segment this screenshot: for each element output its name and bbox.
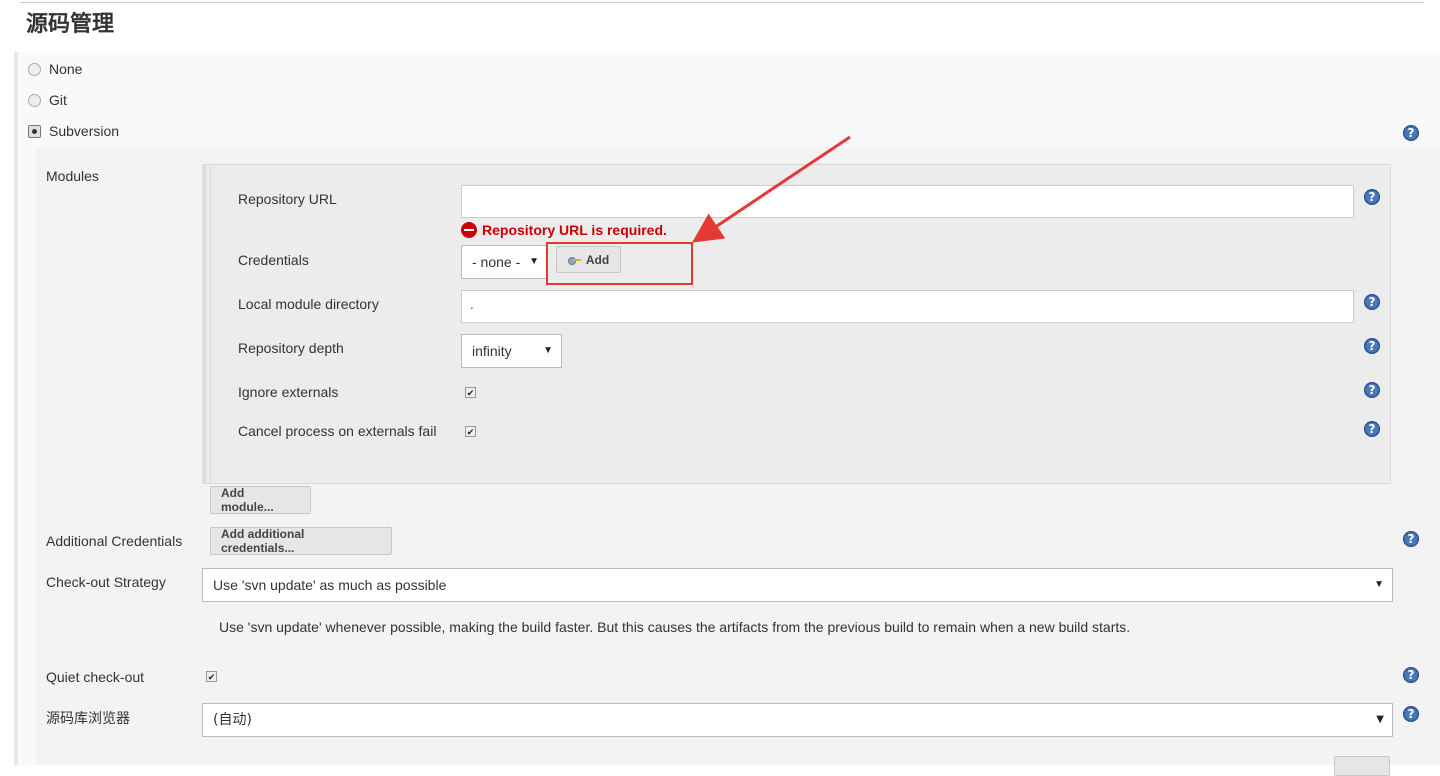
- annotation-highlight-box: [546, 242, 693, 285]
- chevron-down-icon: ▼: [529, 256, 539, 267]
- credentials-select[interactable]: - none - ▼: [461, 245, 548, 279]
- add-additional-credentials-button[interactable]: Add additional credentials...: [210, 527, 392, 555]
- scm-option-subversion[interactable]: Subversion: [28, 121, 119, 141]
- depth-value: infinity: [472, 343, 512, 359]
- radio-label: None: [49, 61, 83, 77]
- help-icon[interactable]: ?: [1403, 531, 1419, 547]
- credentials-value: - none -: [472, 254, 521, 270]
- help-icon[interactable]: ?: [1403, 125, 1419, 141]
- local-dir-label: Local module directory: [238, 296, 379, 312]
- top-divider: [20, 2, 1424, 3]
- repository-url-input[interactable]: [461, 185, 1354, 218]
- scm-option-none[interactable]: None: [28, 59, 82, 79]
- additional-credentials-label: Additional Credentials: [46, 533, 183, 549]
- radio-button[interactable]: [28, 93, 41, 107]
- ignore-externals-label: Ignore externals: [238, 384, 339, 400]
- help-icon[interactable]: ?: [1364, 294, 1380, 310]
- checkout-strategy-select[interactable]: Use 'svn update' as much as possible ▼: [202, 568, 1393, 602]
- ignore-externals-checkbox[interactable]: [465, 387, 476, 398]
- modules-label: Modules: [46, 168, 99, 184]
- section-title: 源码管理: [26, 12, 115, 37]
- radio-label: Subversion: [49, 123, 120, 139]
- repo-browser-label: 源码库浏览器: [46, 711, 130, 727]
- credentials-label: Credentials: [238, 252, 309, 268]
- chevron-down-icon: ▼: [1374, 579, 1384, 590]
- help-icon[interactable]: ?: [1403, 667, 1419, 683]
- repository-url-error: Repository URL is required.: [461, 222, 667, 238]
- radio-button-selected[interactable]: [28, 124, 41, 138]
- repository-url-label: Repository URL: [238, 191, 337, 207]
- help-icon[interactable]: ?: [1364, 338, 1380, 354]
- help-icon[interactable]: ?: [1364, 189, 1380, 205]
- scm-option-git[interactable]: Git: [28, 90, 67, 110]
- error-icon: [461, 222, 477, 238]
- chevron-down-icon: ▼: [543, 345, 553, 356]
- help-icon[interactable]: ?: [1364, 382, 1380, 398]
- help-icon[interactable]: ?: [1364, 421, 1380, 437]
- repo-browser-select[interactable]: (自动) ▼: [202, 703, 1393, 737]
- checkout-strategy-label: Check-out Strategy: [46, 574, 166, 590]
- chevron-down-icon: ▼: [1376, 714, 1384, 725]
- cancel-externals-checkbox[interactable]: [465, 426, 476, 437]
- local-dir-input[interactable]: .: [461, 290, 1354, 323]
- checkout-strategy-description: Use 'svn update' whenever possible, maki…: [219, 619, 1131, 635]
- radio-button[interactable]: [28, 62, 41, 76]
- checkout-strategy-value: Use 'svn update' as much as possible: [213, 577, 447, 593]
- repository-depth-select[interactable]: infinity ▼: [461, 334, 562, 368]
- help-icon[interactable]: ?: [1403, 706, 1419, 722]
- quiet-checkout-label: Quiet check-out: [46, 669, 145, 685]
- cancel-externals-label: Cancel process on externals fail: [238, 423, 437, 439]
- error-text: Repository URL is required.: [482, 222, 667, 238]
- delete-button[interactable]: [1334, 756, 1390, 776]
- radio-label: Git: [49, 92, 67, 108]
- repo-browser-value: (自动): [213, 712, 252, 728]
- add-module-button[interactable]: Add module...: [210, 486, 311, 514]
- quiet-checkout-checkbox[interactable]: [206, 671, 217, 682]
- repository-depth-label: Repository depth: [238, 340, 344, 356]
